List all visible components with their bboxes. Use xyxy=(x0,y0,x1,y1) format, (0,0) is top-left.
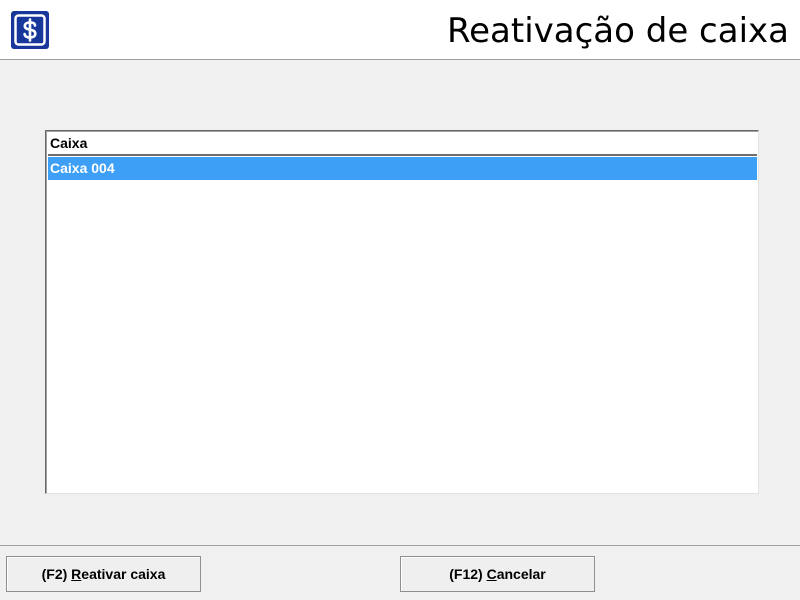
footer-divider xyxy=(0,545,800,546)
reativar-caixa-button[interactable]: (F2) Reativar caixa xyxy=(6,556,201,592)
button-mnemonic: C xyxy=(486,566,497,582)
header-bar: Reativação de caixa xyxy=(0,0,800,60)
button-mnemonic: R xyxy=(71,566,82,582)
dollar-sign-icon xyxy=(11,11,49,49)
button-label: eativar caixa xyxy=(81,566,166,582)
button-label: ancelar xyxy=(496,566,546,582)
button-shortcut-label: (F12) xyxy=(449,566,487,582)
page-title: Reativação de caixa xyxy=(447,11,789,51)
column-header-caixa[interactable]: Caixa xyxy=(48,133,757,156)
button-shortcut-label: (F2) xyxy=(41,566,72,582)
cancelar-button[interactable]: (F12) Cancelar xyxy=(400,556,595,592)
caixa-list[interactable]: Caixa Caixa 004 xyxy=(45,130,759,494)
list-item[interactable]: Caixa 004 xyxy=(48,157,757,180)
